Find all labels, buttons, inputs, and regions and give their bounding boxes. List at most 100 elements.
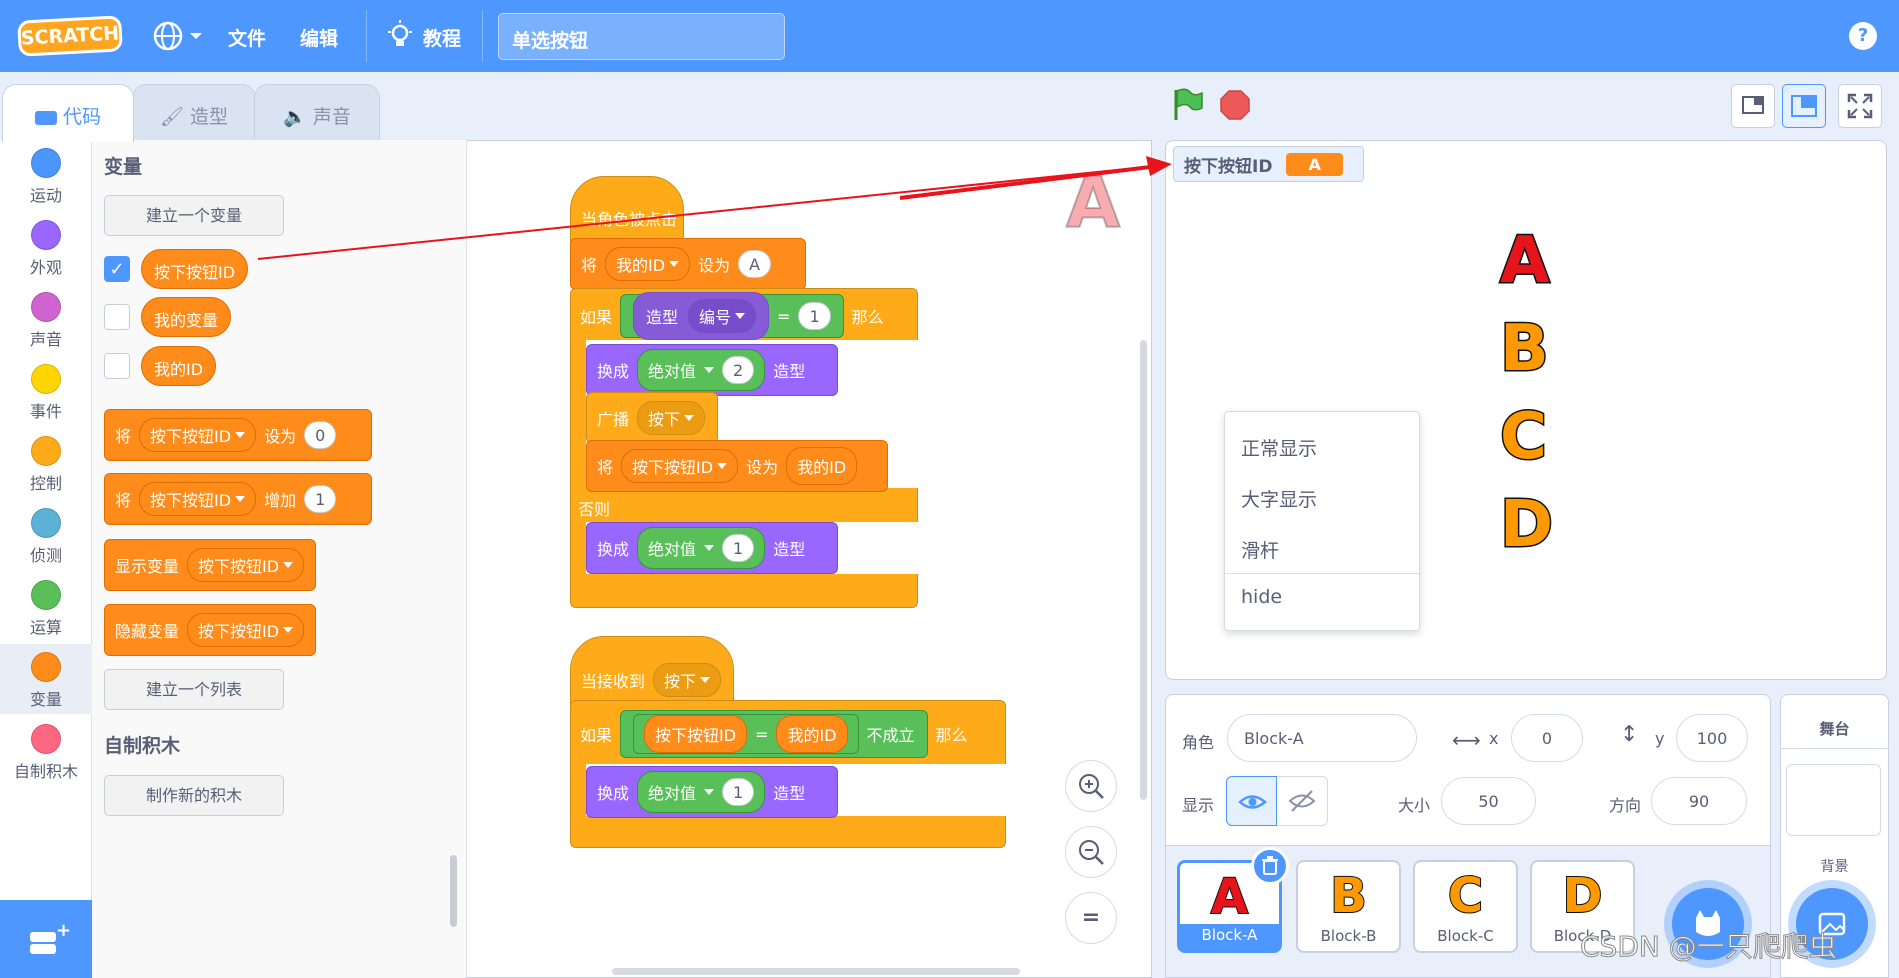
normal-stage-button[interactable] bbox=[1782, 84, 1826, 128]
tab-costumes[interactable]: 🖌 造型 bbox=[132, 84, 256, 140]
stage-sprite-b[interactable]: B bbox=[1499, 311, 1551, 388]
menu-item-hide[interactable]: hide bbox=[1241, 586, 1282, 608]
category-sound[interactable]: 声音 bbox=[0, 292, 92, 350]
abs-operator[interactable]: 绝对值 1 bbox=[637, 527, 766, 569]
scratch-logo[interactable]: SCRATCH bbox=[17, 15, 123, 57]
operator-symbol: = bbox=[755, 724, 769, 744]
number-input[interactable]: 1 bbox=[722, 778, 755, 806]
delete-sprite-button[interactable] bbox=[1251, 847, 1289, 885]
variable-monitor[interactable]: 按下按钮ID A bbox=[1173, 146, 1364, 182]
category-control[interactable]: 控制 bbox=[0, 436, 92, 494]
y-input[interactable]: 100 bbox=[1676, 714, 1748, 762]
show-button[interactable] bbox=[1226, 776, 1277, 826]
tab-code[interactable]: 代码 bbox=[2, 84, 134, 142]
backdrop-thumbnail[interactable] bbox=[1786, 764, 1881, 836]
project-title-input[interactable]: 单选按钮 bbox=[498, 13, 785, 60]
edit-menu[interactable]: 编辑 bbox=[300, 24, 338, 51]
number-input[interactable]: 1 bbox=[722, 534, 755, 562]
variable-dropdown[interactable]: 按下按钮ID bbox=[187, 548, 305, 582]
stage-sprite-a[interactable]: A bbox=[1499, 223, 1552, 300]
workspace-hscrollbar[interactable] bbox=[612, 968, 1020, 975]
make-block-button[interactable]: 制作新的积木 bbox=[104, 775, 284, 816]
variable-dropdown[interactable]: 按下按钮ID bbox=[139, 482, 257, 516]
equals-operator[interactable]: 造型 编号 = 1 bbox=[620, 292, 844, 340]
file-menu[interactable]: 文件 bbox=[228, 24, 266, 51]
stop-icon[interactable] bbox=[1219, 89, 1251, 125]
variable-dropdown[interactable]: 按下按钮ID bbox=[139, 418, 257, 452]
language-menu[interactable] bbox=[152, 20, 204, 52]
zoom-in-icon bbox=[1079, 774, 1104, 799]
var-reporter-my-id[interactable]: 我的ID bbox=[141, 346, 217, 386]
message-dropdown[interactable]: 按下 bbox=[653, 663, 722, 697]
category-operators[interactable]: 运算 bbox=[0, 580, 92, 638]
variable-dropdown[interactable]: 按下按钮ID bbox=[621, 449, 739, 483]
category-looks[interactable]: 外观 bbox=[0, 220, 92, 278]
message-dropdown[interactable]: 按下 bbox=[637, 401, 706, 435]
number-input[interactable]: 0 bbox=[304, 421, 337, 449]
category-motion[interactable]: 运动 bbox=[0, 148, 92, 206]
sprite-card-block-c[interactable]: C Block-C bbox=[1413, 860, 1518, 953]
stage-sprite-c[interactable]: C bbox=[1499, 399, 1549, 476]
category-variables[interactable]: 变量 bbox=[0, 652, 92, 710]
menu-item-large-readout[interactable]: 大字显示 bbox=[1241, 485, 1317, 512]
number-input[interactable]: 1 bbox=[798, 302, 831, 330]
when-sprite-clicked-hat[interactable]: 当角色被点击 bbox=[570, 176, 684, 242]
when-i-receive-hat[interactable]: 当接收到 按下 bbox=[570, 636, 734, 704]
small-stage-button[interactable] bbox=[1731, 84, 1775, 128]
variable-dropdown[interactable]: 按下按钮ID bbox=[187, 613, 305, 647]
zoom-out-button[interactable] bbox=[1065, 826, 1117, 878]
green-flag-icon[interactable] bbox=[1172, 88, 1204, 126]
number-input[interactable]: 1 bbox=[304, 485, 337, 513]
fullscreen-button[interactable] bbox=[1838, 84, 1882, 128]
abs-operator[interactable]: 绝对值 2 bbox=[637, 349, 766, 391]
abs-operator[interactable]: 绝对值 1 bbox=[637, 771, 766, 813]
switch-costume-block[interactable]: 换成 绝对值 1 造型 bbox=[586, 766, 838, 818]
x-input[interactable]: 0 bbox=[1511, 714, 1583, 762]
make-list-button[interactable]: 建立一个列表 bbox=[104, 669, 284, 710]
show-variable-block[interactable]: 显示变量 按下按钮ID bbox=[104, 539, 316, 591]
broadcast-block[interactable]: 广播 按下 bbox=[586, 392, 718, 444]
costume-prop-dropdown[interactable]: 编号 bbox=[688, 299, 757, 333]
set-pressed-id-block[interactable]: 将 按下按钮ID 设为 我的ID bbox=[586, 440, 888, 492]
sprite-card-block-b[interactable]: B Block-B bbox=[1296, 860, 1401, 953]
checkbox-var-my-id[interactable] bbox=[104, 353, 130, 379]
menu-item-slider[interactable]: 滑杆 bbox=[1241, 536, 1279, 563]
change-variable-block[interactable]: 将 按下按钮ID 增加 1 bbox=[104, 473, 372, 525]
hide-variable-block[interactable]: 隐藏变量 按下按钮ID bbox=[104, 604, 316, 656]
tutorials-menu[interactable]: 教程 bbox=[423, 24, 461, 51]
zoom-reset-button[interactable]: = bbox=[1065, 892, 1117, 944]
not-operator[interactable]: 按下按钮ID = 我的ID 不成立 bbox=[620, 710, 928, 758]
category-sensing[interactable]: 侦测 bbox=[0, 508, 92, 566]
category-my-blocks[interactable]: 自制积木 bbox=[0, 724, 92, 782]
checkbox-var-my-variable[interactable] bbox=[104, 304, 130, 330]
switch-costume-block[interactable]: 换成 绝对值 1 造型 bbox=[586, 522, 838, 574]
category-events[interactable]: 事件 bbox=[0, 364, 92, 422]
switch-costume-block[interactable]: 换成 绝对值 2 造型 bbox=[586, 344, 838, 396]
menu-item-normal-readout[interactable]: 正常显示 bbox=[1241, 434, 1317, 461]
var-reporter-my-variable[interactable]: 我的变量 bbox=[141, 297, 232, 337]
workspace-vscrollbar[interactable] bbox=[1140, 340, 1147, 800]
direction-input[interactable]: 90 bbox=[1651, 777, 1747, 825]
tab-sounds[interactable]: 🔈 声音 bbox=[254, 84, 380, 140]
set-variable-block[interactable]: 将 按下按钮ID 设为 0 bbox=[104, 409, 372, 461]
stage-sprite-d[interactable]: D bbox=[1498, 487, 1554, 564]
text-input[interactable]: A bbox=[738, 250, 772, 278]
var-reporter-my-id[interactable]: 我的ID bbox=[786, 447, 858, 485]
zoom-in-button[interactable] bbox=[1065, 760, 1117, 812]
var-reporter-pressed-id[interactable]: 按下按钮ID bbox=[141, 249, 249, 289]
set-my-id-block[interactable]: 将 我的ID 设为 A bbox=[570, 238, 806, 290]
palette-scrollbar[interactable] bbox=[450, 855, 457, 927]
size-input[interactable]: 50 bbox=[1441, 777, 1536, 825]
var-reporter-my-id[interactable]: 我的ID bbox=[776, 715, 848, 753]
sprite-name-input[interactable]: Block-A bbox=[1227, 714, 1417, 762]
hide-button[interactable] bbox=[1277, 777, 1327, 825]
checkbox-var-pressed-id[interactable]: ✓ bbox=[104, 256, 130, 282]
number-input[interactable]: 2 bbox=[722, 356, 755, 384]
var-reporter-pressed-id[interactable]: 按下按钮ID bbox=[644, 715, 748, 753]
add-extension-button[interactable]: + bbox=[0, 900, 92, 978]
costume-reporter[interactable]: 造型 编号 bbox=[633, 292, 770, 340]
make-variable-button[interactable]: 建立一个变量 bbox=[104, 195, 284, 236]
variable-dropdown[interactable]: 我的ID bbox=[605, 247, 691, 281]
help-icon[interactable]: ? bbox=[1849, 22, 1877, 50]
equals-operator[interactable]: 按下按钮ID = 我的ID bbox=[633, 714, 859, 754]
